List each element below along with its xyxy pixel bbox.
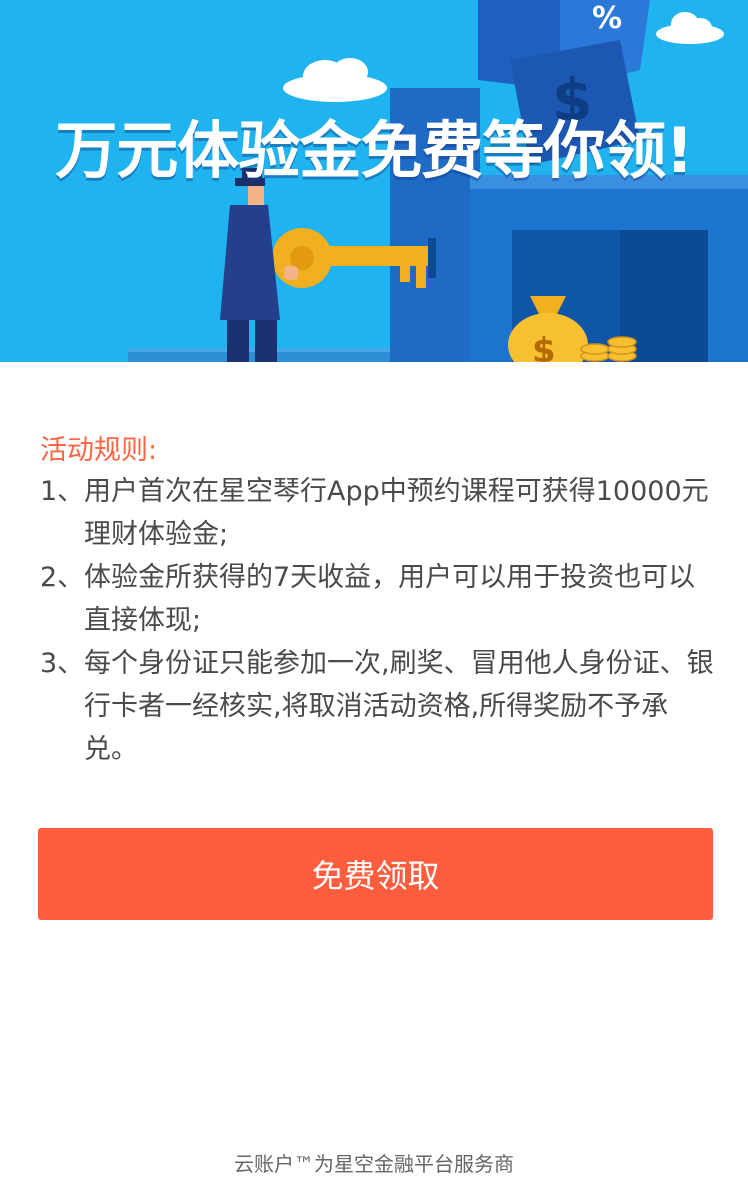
- rule-item-2: 2、 体验金所获得的7天收益，用户可以用于投资也可以直接体现;: [40, 556, 720, 642]
- svg-text:%: %: [592, 1, 622, 36]
- svg-text:$: $: [532, 331, 556, 362]
- rule-item-1: 1、 用户首次在星空琴行App中预约课程可获得10000元理财体验金;: [40, 470, 720, 556]
- banner-title: 万元体验金免费等你领!: [55, 114, 693, 187]
- rule-number: 3、: [40, 648, 85, 679]
- rule-text: 体验金所获得的7天收益，用户可以用于投资也可以直接体现;: [84, 562, 696, 636]
- rule-text: 用户首次在星空琴行App中预约课程可获得10000元理财体验金;: [84, 476, 709, 550]
- cloud-icon: [283, 58, 387, 102]
- cloud-icon: [656, 12, 724, 44]
- promo-banner: $ % $ 万元体验金免费等你领!: [0, 0, 748, 362]
- rule-text: 每个身份证只能参加一次,刷奖、冒用他人身份证、银行卡者一经核实,将取消活动资格,…: [84, 648, 714, 765]
- rule-number: 1、: [40, 476, 85, 507]
- footer-service-provider: 云账户™为星空金融平台服务商: [234, 1152, 514, 1176]
- rule-item-3: 3、 每个身份证只能参加一次,刷奖、冒用他人身份证、银行卡者一经核实,将取消活动…: [40, 642, 720, 771]
- rules-heading: 活动规则:: [40, 435, 158, 466]
- claim-free-button[interactable]: 免费领取: [38, 828, 713, 920]
- rule-number: 2、: [40, 562, 85, 593]
